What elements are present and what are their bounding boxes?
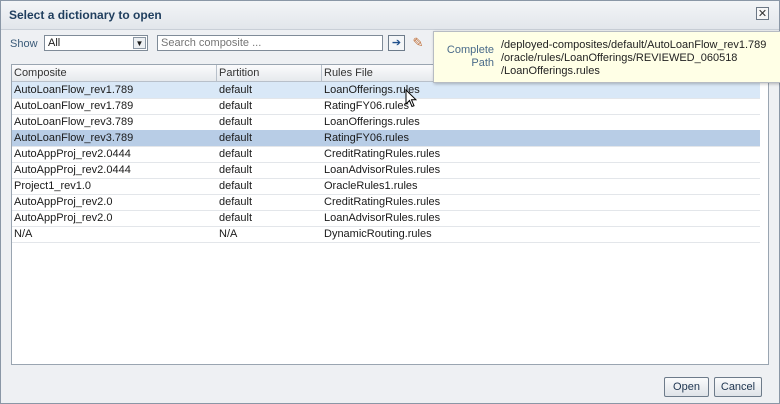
open-dictionary-dialog: Select a dictionary to open ✕ Show All ▼… (0, 0, 780, 404)
composite-cell: AutoAppProj_rev2.0 (14, 196, 113, 208)
partition-cell: N/A (219, 228, 238, 240)
rules-file-cell: DynamicRouting.rules (324, 228, 432, 240)
close-icon[interactable]: ✕ (756, 7, 769, 20)
eraser-icon[interactable]: ✎ (409, 34, 427, 52)
composite-cell: N/A (14, 228, 33, 240)
rules-file-cell: CreditRatingRules.rules (324, 196, 441, 208)
table-row[interactable]: AutoLoanFlow_rev3.789 default LoanOfferi… (12, 114, 760, 131)
complete-path-line1: /deployed-composites/default/AutoLoanFlo… (501, 39, 767, 51)
column-header-partition[interactable]: Partition (219, 67, 259, 79)
search-composite-input[interactable] (157, 35, 383, 51)
composite-cell: AutoLoanFlow_rev3.789 (14, 116, 134, 128)
rules-file-cell: LoanAdvisorRules.rules (324, 212, 441, 224)
rules-file-cell: RatingFY06.rules (324, 100, 409, 112)
column-header-composite[interactable]: Composite (14, 67, 67, 79)
table-row[interactable]: AutoAppProj_rev2.0444 default CreditRati… (12, 146, 760, 163)
partition-cell: default (219, 132, 253, 144)
rules-file-cell: RatingFY06.rules (324, 132, 409, 144)
table-row[interactable]: AutoLoanFlow_rev1.789 default RatingFY06… (12, 98, 760, 115)
partition-cell: default (219, 180, 253, 192)
table-row[interactable]: Project1_rev1.0 default OracleRules1.rul… (12, 178, 760, 195)
column-divider[interactable] (216, 65, 217, 81)
rules-file-cell: LoanOfferings.rules (324, 116, 420, 128)
composite-cell: AutoAppProj_rev2.0444 (14, 148, 131, 160)
table-row[interactable]: AutoAppProj_rev2.0444 default LoanAdviso… (12, 162, 760, 179)
table-row[interactable]: AutoAppProj_rev2.0 default LoanAdvisorRu… (12, 210, 760, 227)
table-row[interactable]: N/A N/A DynamicRouting.rules (12, 226, 760, 243)
complete-path-tooltip: Complete Path /deployed-composites/defau… (433, 31, 780, 83)
dictionary-table: Composite Partition Rules File AutoLoanF… (11, 64, 769, 365)
rules-file-cell: OracleRules1.rules (324, 180, 418, 192)
rules-file-cell: CreditRatingRules.rules (324, 148, 441, 160)
complete-path-line3: /LoanOfferings.rules (501, 65, 600, 77)
composite-cell: AutoLoanFlow_rev1.789 (14, 100, 134, 112)
cancel-button[interactable]: Cancel (714, 377, 762, 397)
partition-cell: default (219, 116, 253, 128)
partition-cell: default (219, 100, 253, 112)
complete-path-label-line2: Path (471, 57, 494, 69)
dialog-titlebar: Select a dictionary to open ✕ (1, 1, 779, 30)
composite-cell: AutoLoanFlow_rev1.789 (14, 84, 134, 96)
table-row[interactable]: AutoAppProj_rev2.0 default CreditRatingR… (12, 194, 760, 211)
column-divider[interactable] (321, 65, 322, 81)
mouse-pointer-icon (405, 89, 417, 108)
partition-cell: default (219, 84, 253, 96)
table-row[interactable]: AutoLoanFlow_rev1.789 default LoanOfferi… (12, 82, 760, 99)
table-row[interactable]: AutoLoanFlow_rev3.789 default RatingFY06… (12, 130, 760, 147)
complete-path-line2: /oracle/rules/LoanOfferings/REVIEWED_060… (501, 52, 738, 64)
partition-cell: default (219, 212, 253, 224)
composite-cell: AutoLoanFlow_rev3.789 (14, 132, 134, 144)
show-filter-value: All (48, 37, 61, 49)
composite-cell: Project1_rev1.0 (14, 180, 92, 192)
rules-file-cell: LoanAdvisorRules.rules (324, 164, 441, 176)
show-filter-select[interactable]: All ▼ (44, 35, 148, 51)
show-label: Show (10, 38, 38, 50)
partition-cell: default (219, 196, 253, 208)
chevron-down-icon[interactable]: ▼ (133, 37, 146, 49)
complete-path-value: /deployed-composites/default/AutoLoanFlo… (501, 39, 766, 78)
partition-cell: default (219, 164, 253, 176)
composite-cell: AutoAppProj_rev2.0 (14, 212, 113, 224)
go-arrow-icon[interactable]: ➔ (388, 35, 405, 51)
complete-path-label-line1: Complete (446, 44, 494, 56)
composite-cell: AutoAppProj_rev2.0444 (14, 164, 131, 176)
dialog-title: Select a dictionary to open (9, 8, 162, 22)
column-header-rules-file[interactable]: Rules File (324, 67, 373, 79)
complete-path-label: Complete Path (442, 44, 494, 70)
open-button[interactable]: Open (664, 377, 709, 397)
partition-cell: default (219, 148, 253, 160)
